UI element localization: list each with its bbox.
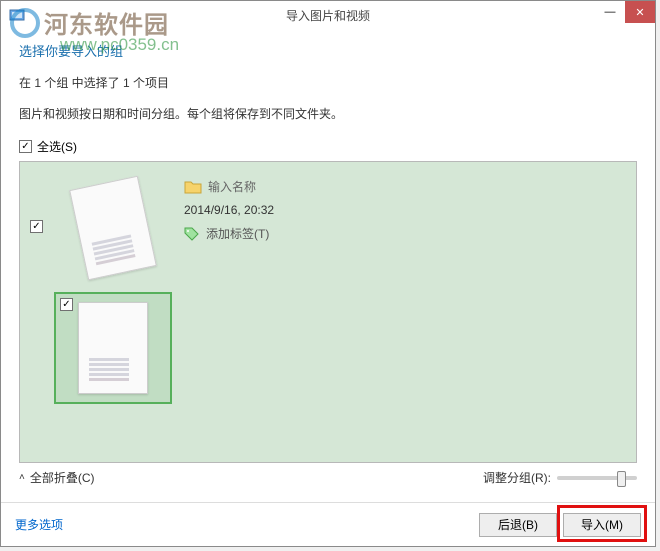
dialog-window: 导入图片和视频 — ✕ 选择你要导入的组 在 1 个组 中选择了 1 个项目 图… (0, 0, 656, 547)
group-item: 输入名称 2014/9/16, 20:32 添加标签(T) (30, 172, 626, 404)
bottom-controls: ˄ 全部折叠(C) 调整分组(R): (19, 469, 637, 486)
add-tag-label[interactable]: 添加标签(T) (206, 225, 269, 242)
window-title: 导入图片和视频 (286, 7, 370, 24)
adjust-grouping-label: 调整分组(R): (483, 469, 551, 486)
select-all-checkbox[interactable] (19, 140, 32, 153)
grouping-slider[interactable] (557, 476, 637, 480)
select-all-label: 全选(S) (37, 138, 77, 155)
thumbnail-item[interactable] (54, 292, 172, 404)
collapse-all-label: 全部折叠(C) (30, 469, 95, 486)
close-button[interactable]: ✕ (625, 1, 655, 23)
thumbnail-checkbox[interactable] (60, 298, 73, 311)
watermark-url: www.pc0359.cn (60, 35, 179, 55)
collapse-all-link[interactable]: ˄ 全部折叠(C) (19, 469, 95, 486)
folder-icon (184, 180, 202, 194)
group-datetime: 2014/9/16, 20:32 (184, 203, 274, 217)
minimize-button[interactable]: — (595, 1, 625, 23)
group-checkbox[interactable] (30, 220, 43, 233)
import-button[interactable]: 导入(M) (563, 513, 641, 537)
more-options-link[interactable]: 更多选项 (15, 516, 63, 533)
selection-summary: 在 1 个组 中选择了 1 个项目 (19, 74, 637, 91)
back-button[interactable]: 后退(B) (479, 513, 557, 537)
description-text: 图片和视频按日期和时间分组。每个组将保存到不同文件夹。 (19, 105, 637, 122)
content-area: 选择你要导入的组 在 1 个组 中选择了 1 个项目 图片和视频按日期和时间分组… (1, 29, 655, 502)
chevron-up-icon: ˄ (19, 472, 25, 483)
group-name-input[interactable]: 输入名称 (208, 178, 256, 195)
thumbnail-stack[interactable] (54, 172, 172, 284)
group-name-row[interactable]: 输入名称 (184, 178, 274, 195)
groups-list: 输入名称 2014/9/16, 20:32 添加标签(T) (19, 161, 637, 463)
grouping-slider-wrap: 调整分组(R): (483, 469, 637, 486)
select-all-row: 全选(S) (19, 138, 637, 155)
add-tag-row[interactable]: 添加标签(T) (184, 225, 274, 242)
slider-thumb[interactable] (617, 471, 626, 487)
tag-icon (184, 227, 200, 241)
footer: 更多选项 后退(B) 导入(M) (1, 502, 655, 546)
